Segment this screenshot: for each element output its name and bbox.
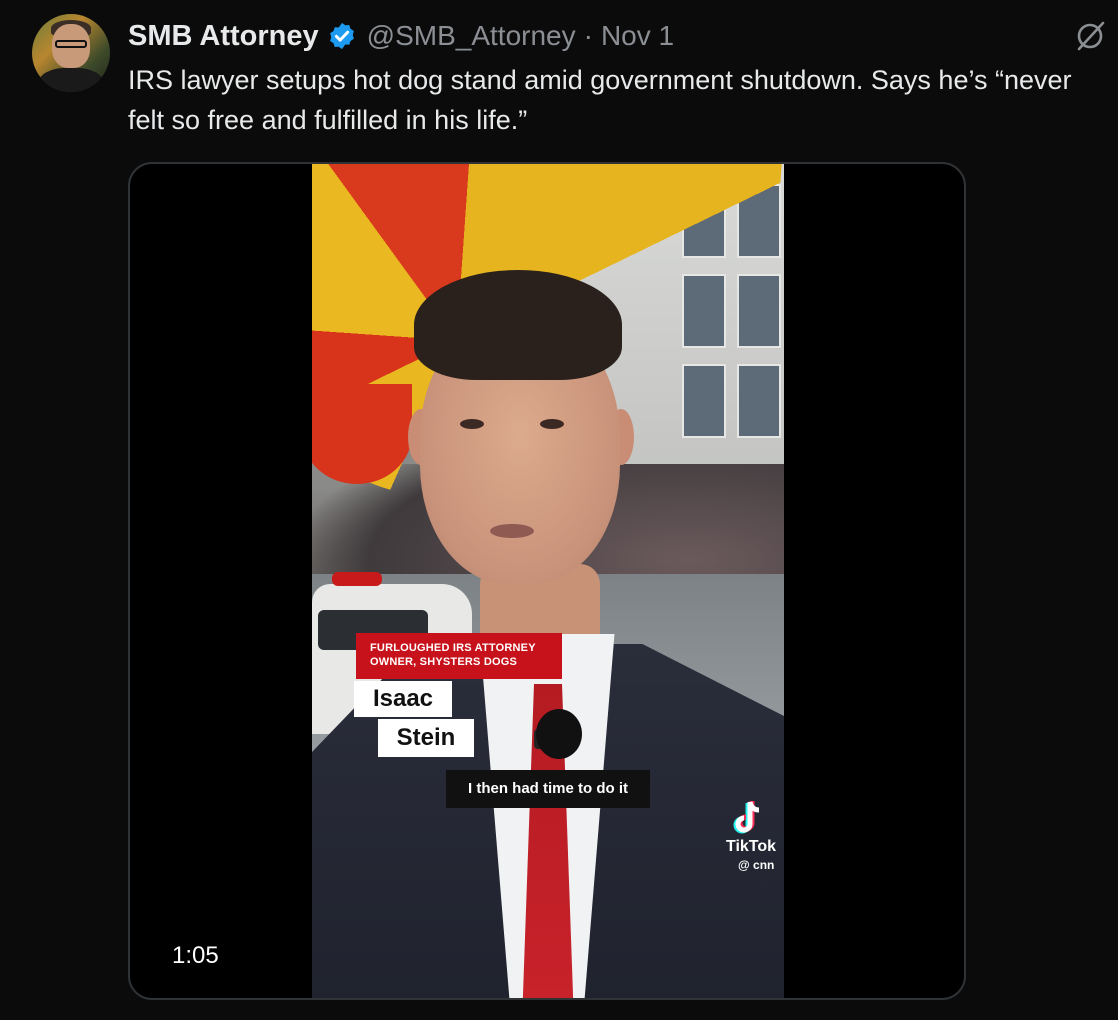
interviewee: [312, 164, 784, 998]
lower-third-line2: OWNER, SHYSTERS DOGS: [370, 656, 518, 668]
hair: [414, 270, 622, 380]
author-name[interactable]: SMB Attorney: [128, 20, 319, 53]
avatar-shirt: [38, 68, 104, 92]
video-player[interactable]: FURLOUGHED IRS ATTORNEY OWNER, SHYSTERS …: [128, 162, 966, 1000]
tweet-header: SMB Attorney @SMB_Attorney · Nov 1: [128, 16, 674, 56]
tweet-text: IRS lawyer setups hot dog stand amid gov…: [128, 65, 1072, 135]
avatar-glasses: [55, 40, 87, 48]
slash-circle-icon[interactable]: [1072, 18, 1108, 54]
verified-badge-icon: [327, 21, 357, 51]
name-first: Isaac: [354, 681, 452, 717]
video-caption: I then had time to do it: [446, 770, 650, 808]
lower-third-title: FURLOUGHED IRS ATTORNEY OWNER, SHYSTERS …: [356, 633, 562, 679]
tiktok-handle: @ cnn: [738, 858, 775, 872]
tweet-date[interactable]: Nov 1: [601, 20, 674, 52]
eye-right: [540, 419, 564, 429]
lapel-mic: [536, 709, 582, 759]
mouth: [490, 524, 534, 538]
eye-left: [460, 419, 484, 429]
separator-dot: ·: [583, 20, 593, 51]
avatar[interactable]: [32, 14, 110, 92]
tiktok-note-icon: [730, 798, 766, 838]
video-frame[interactable]: FURLOUGHED IRS ATTORNEY OWNER, SHYSTERS …: [312, 164, 784, 998]
tiktok-wordmark: TikTok: [725, 838, 777, 855]
lower-third-line1: FURLOUGHED IRS ATTORNEY: [370, 642, 536, 654]
author-handle[interactable]: @SMB_Attorney: [367, 20, 576, 52]
video-duration: 1:05: [172, 942, 219, 969]
name-last: Stein: [378, 719, 474, 757]
